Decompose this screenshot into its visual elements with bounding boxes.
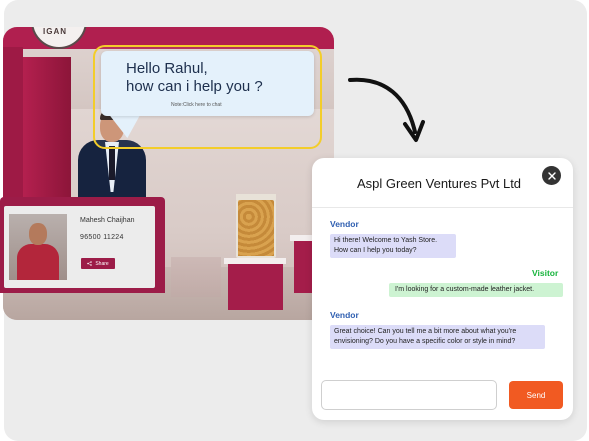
curved-arrow-icon [348, 77, 425, 142]
vendor-photo [9, 214, 67, 280]
vendor-photo-head [29, 223, 47, 245]
message-bubble-vendor: Great choice! Can you tell me a bit more… [330, 325, 545, 349]
greeting-line1: Hello Rahul, [126, 60, 208, 77]
product-pedestal-top [224, 258, 286, 264]
greeting-note[interactable]: Note:Click here to chat [171, 102, 222, 108]
close-icon [547, 171, 556, 180]
chat-title: Aspl Green Ventures Pvt Ltd [357, 176, 522, 191]
message-bubble-vendor: Hi there! Welcome to Yash Store. How can… [330, 234, 456, 258]
booth-logo-text: IGAN [43, 27, 67, 36]
greeting-line2: how can i help you ? [126, 78, 263, 95]
share-icon [87, 261, 93, 266]
vendor-phone: 96500 11224 [80, 234, 124, 241]
product-snack-bag[interactable] [236, 194, 276, 258]
product-pedestal [228, 262, 283, 310]
share-button[interactable]: Share [81, 258, 115, 269]
avatar-tie [109, 146, 115, 180]
chat-message-input[interactable] [321, 380, 497, 410]
close-button[interactable] [542, 166, 561, 185]
message-sender-visitor: Visitor [532, 268, 559, 278]
chat-panel: Aspl Green Ventures Pvt Ltd Vendor Hi th… [312, 158, 573, 420]
share-label: Share [95, 260, 109, 267]
send-button[interactable]: Send [509, 381, 563, 409]
vendor-name: Mahesh Chaijhan [80, 217, 135, 224]
message-sender-vendor: Vendor [330, 219, 359, 229]
message-sender-vendor: Vendor [330, 310, 359, 320]
vendor-photo-body [17, 244, 59, 280]
booth-inner-stand [171, 257, 221, 297]
chat-divider [312, 207, 573, 208]
message-bubble-visitor: I'm looking for a custom-made leather ja… [389, 283, 563, 297]
